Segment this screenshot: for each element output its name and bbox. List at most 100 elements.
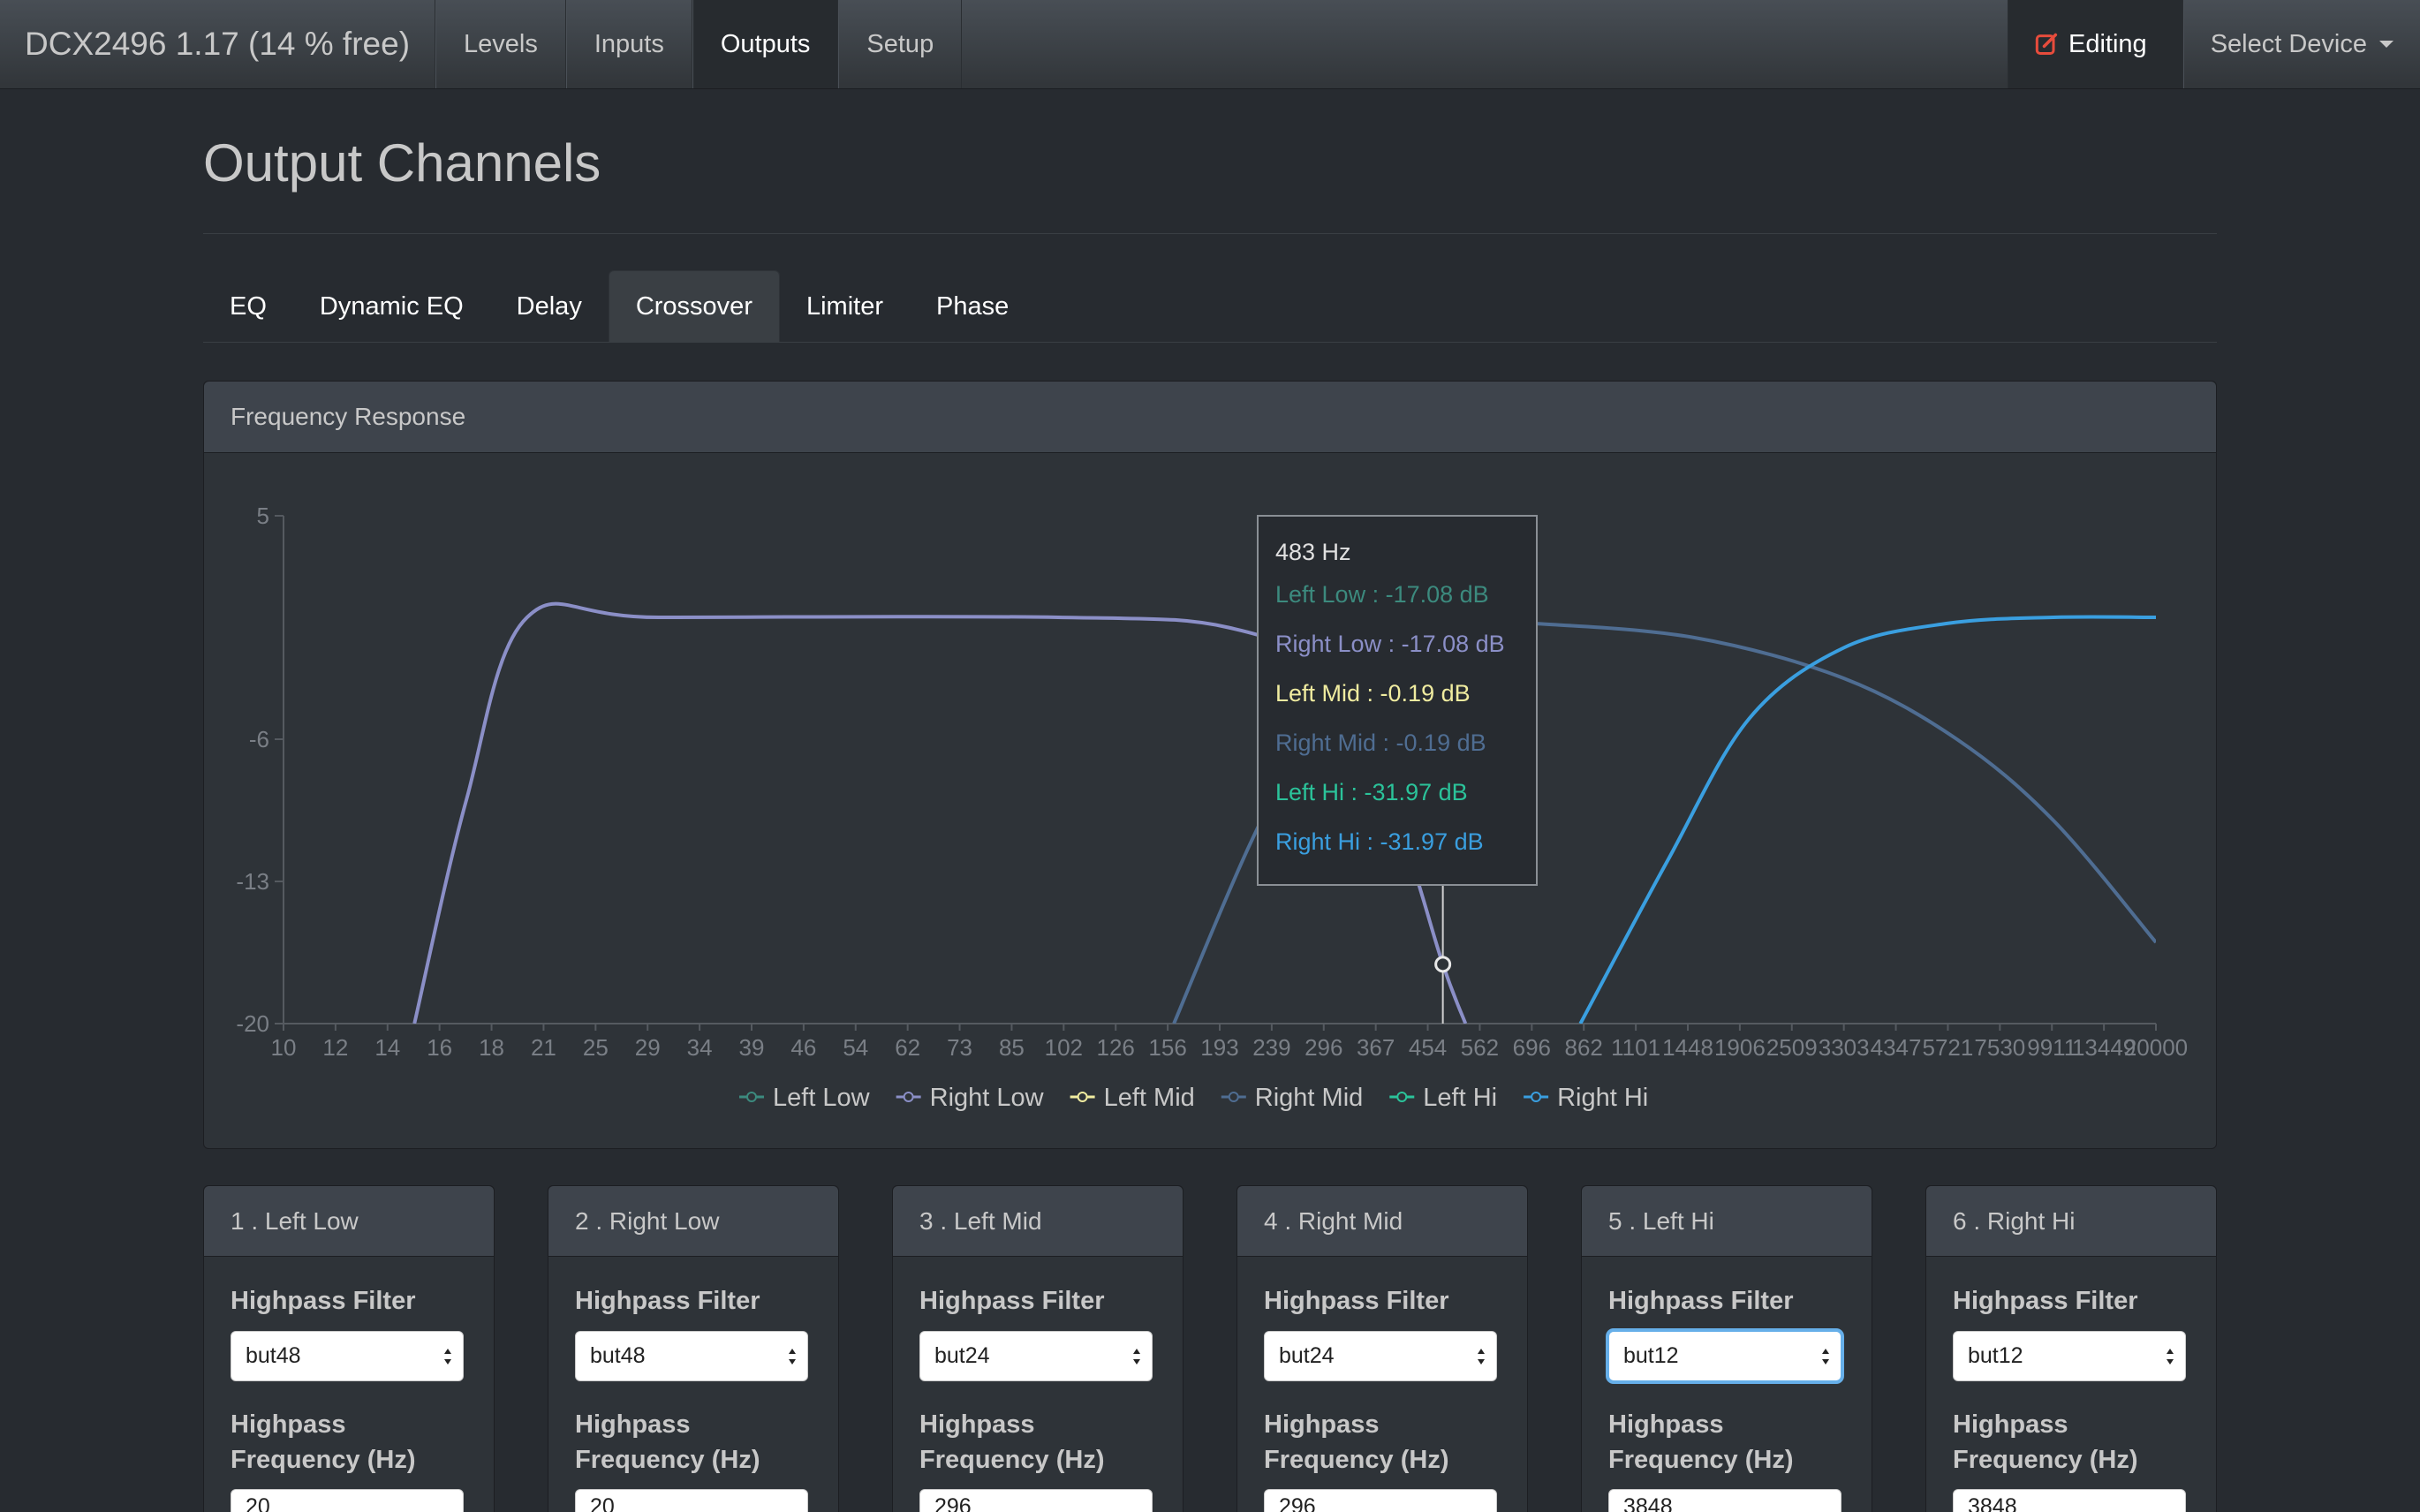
highpass-frequency-select[interactable]: 3848 [1608, 1489, 1841, 1512]
y-tick-label: -6 [249, 726, 269, 752]
legend-swatch-marker [1531, 1092, 1542, 1102]
tab-delay[interactable]: Delay [490, 270, 609, 343]
highpass-filter-value: but12 [1968, 1343, 2023, 1368]
highpass-frequency-label: Highpass [1608, 1410, 1724, 1439]
tooltip-row: Right Mid : -0.19 dB [1275, 730, 1486, 756]
highpass-frequency-label: Highpass [231, 1410, 346, 1439]
highpass-frequency-select[interactable]: 3848 [1953, 1489, 2186, 1512]
highpass-frequency-label-line2: Frequency (Hz) [1608, 1446, 1794, 1474]
legend-label: Right Low [930, 1084, 1045, 1112]
highpass-frequency-label-line2: Frequency (Hz) [919, 1446, 1105, 1474]
x-tick-label: 14 [374, 1034, 400, 1061]
editing-toggle[interactable]: Editing [2008, 0, 2183, 88]
channel-card: 6 . Right Hi Highpass Filter but12 Highp… [1925, 1185, 2217, 1512]
channel-heading: 1 . Left Low [204, 1186, 494, 1257]
nav-outputs[interactable]: Outputs [692, 0, 839, 88]
highpass-filter-select[interactable]: but48 [231, 1331, 464, 1381]
x-tick-label: 1448 [1662, 1034, 1713, 1061]
legend-swatch-marker [746, 1092, 757, 1102]
highpass-frequency-value: 20 [590, 1493, 615, 1512]
x-tick-label: 454 [1409, 1034, 1447, 1061]
tab-phase[interactable]: Phase [910, 270, 1035, 343]
highpass-frequency-value: 296 [934, 1493, 972, 1512]
x-tick-label: 54 [843, 1034, 868, 1061]
x-tick-label: 2509 [1766, 1034, 1818, 1061]
caret-down-icon [2379, 41, 2394, 48]
highpass-filter-label: Highpass Filter [1608, 1287, 1794, 1315]
tooltip-row: Right Low : -17.08 dB [1275, 631, 1505, 657]
highpass-frequency-label: Highpass [575, 1410, 691, 1439]
tooltip-row: Left Hi : -31.97 dB [1275, 779, 1468, 805]
nav-levels[interactable]: Levels [435, 0, 566, 88]
tabs-divider [203, 342, 2217, 343]
channel-card: 5 . Left Hi Highpass Filter but12 Highpa… [1581, 1185, 1872, 1512]
tab-eq[interactable]: EQ [203, 270, 293, 343]
highpass-filter-value: but24 [1279, 1343, 1335, 1368]
channel-heading: 4 . Right Mid [1237, 1186, 1527, 1257]
highpass-frequency-label: Highpass [919, 1410, 1035, 1439]
top-navbar: DCX2496 1.17 (14 % free) Levels Inputs O… [0, 0, 2420, 89]
x-tick-label: 10 [271, 1034, 297, 1061]
channel-card: 1 . Left Low Highpass Filter but48 Highp… [203, 1185, 495, 1512]
x-tick-label: 367 [1357, 1034, 1395, 1061]
tooltip-header: 483 Hz [1275, 539, 1351, 565]
x-tick-label: 34 [687, 1034, 713, 1061]
editing-label: Editing [2068, 29, 2147, 58]
legend-swatch-marker [903, 1092, 914, 1102]
x-tick-label: 4347 [1871, 1034, 1922, 1061]
nav-setup[interactable]: Setup [838, 0, 963, 88]
highpass-filter-select[interactable]: but24 [919, 1331, 1153, 1381]
legend-label: Right Mid [1255, 1084, 1364, 1112]
highpass-filter-label: Highpass Filter [919, 1287, 1105, 1315]
highpass-frequency-select[interactable]: 296 [919, 1489, 1153, 1512]
x-tick-label: 193 [1200, 1034, 1238, 1061]
nav-inputs[interactable]: Inputs [565, 0, 692, 88]
highpass-frequency-label-line2: Frequency (Hz) [231, 1446, 416, 1474]
app-brand[interactable]: DCX2496 1.17 (14 % free) [0, 0, 436, 88]
edit-icon [2035, 33, 2058, 56]
x-tick-label: 239 [1252, 1034, 1290, 1061]
highpass-frequency-label-line2: Frequency (Hz) [575, 1446, 760, 1474]
x-tick-label: 7530 [1974, 1034, 2025, 1061]
hover-point-low [1434, 956, 1452, 973]
legend-label: Left Hi [1423, 1084, 1497, 1112]
select-device-dropdown[interactable]: Select Device [2182, 0, 2420, 88]
select-arrows-icon [1133, 1349, 1140, 1365]
highpass-frequency-select[interactable]: 20 [575, 1489, 808, 1512]
tab-crossover[interactable]: Crossover [608, 270, 780, 343]
tab-limiter[interactable]: Limiter [780, 270, 910, 343]
highpass-filter-select[interactable]: but24 [1264, 1331, 1497, 1381]
select-arrows-icon [1478, 1349, 1485, 1365]
highpass-filter-label: Highpass Filter [575, 1287, 760, 1315]
highpass-frequency-select[interactable]: 296 [1264, 1489, 1497, 1512]
series-line-left-hi [1579, 615, 2156, 1024]
frequency-response-chart[interactable]: 5 -6 -13 -2010 12 14 16 18 21 25 29 34 39 46 54 62 73 85 1… [204, 382, 2218, 1150]
legend-swatch-marker [1077, 1092, 1088, 1102]
x-tick-label: 862 [1565, 1034, 1603, 1061]
channel-card: 4 . Right Mid Highpass Filter but24 High… [1236, 1185, 1528, 1512]
highpass-filter-select[interactable]: but12 [1953, 1331, 2186, 1381]
highpass-filter-select[interactable]: but12 [1608, 1331, 1841, 1381]
highpass-frequency-label-line2: Frequency (Hz) [1264, 1446, 1449, 1474]
y-tick-label: 5 [257, 503, 269, 529]
page-title: Output Channels [203, 133, 601, 193]
x-tick-label: 39 [739, 1034, 765, 1061]
highpass-frequency-label-line2: Frequency (Hz) [1953, 1446, 2138, 1474]
channel-heading: 5 . Left Hi [1582, 1186, 1872, 1257]
tab-dynamic-eq[interactable]: Dynamic EQ [293, 270, 490, 343]
select-device-label: Select Device [2210, 29, 2367, 58]
x-tick-label: 126 [1097, 1034, 1135, 1061]
highpass-frequency-value: 20 [246, 1493, 270, 1512]
series-line-right-hi [1578, 615, 2156, 1024]
highpass-frequency-select[interactable]: 20 [231, 1489, 464, 1512]
y-tick-label: -20 [236, 1010, 269, 1037]
tooltip-row: Right Hi : -31.97 dB [1275, 828, 1484, 855]
select-arrows-icon [1822, 1349, 1829, 1365]
x-tick-label: 29 [635, 1034, 661, 1061]
highpass-filter-select[interactable]: but48 [575, 1331, 808, 1381]
select-arrows-icon [789, 1349, 796, 1365]
x-tick-label: 16 [427, 1034, 452, 1061]
x-tick-label: 85 [999, 1034, 1025, 1061]
legend-swatch-marker [1396, 1092, 1408, 1102]
